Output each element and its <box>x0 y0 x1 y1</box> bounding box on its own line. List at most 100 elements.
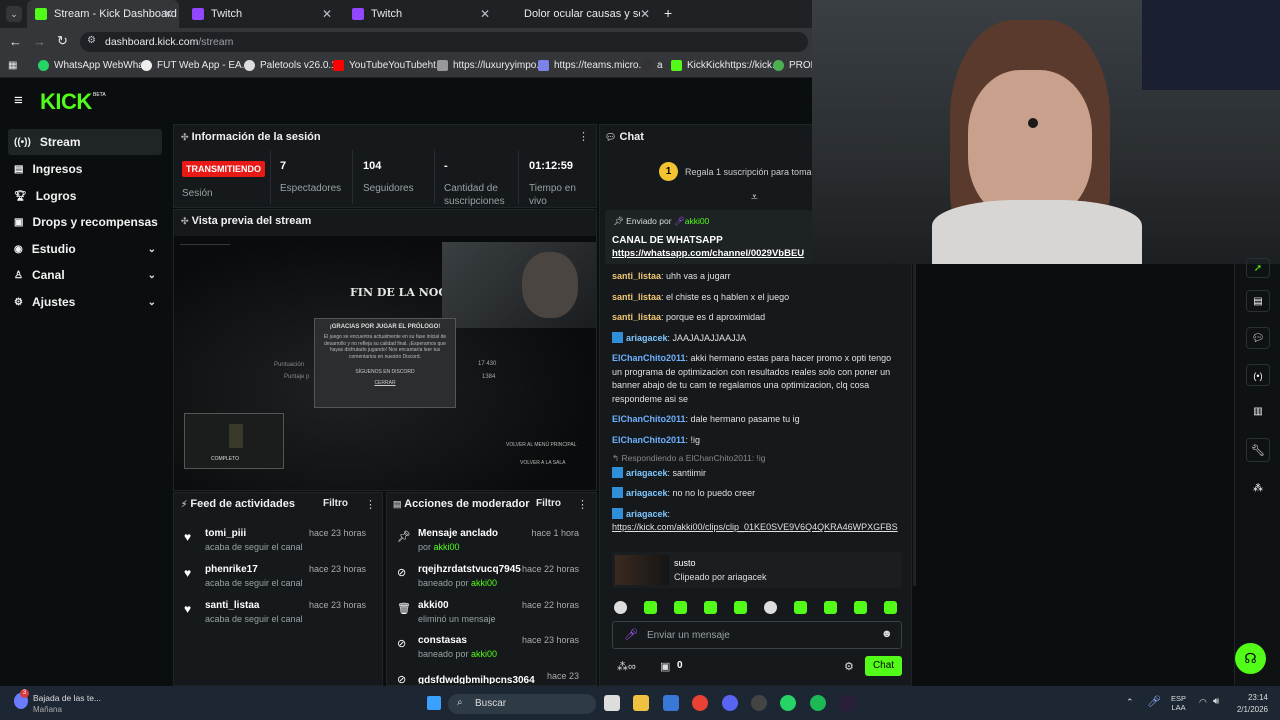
pinned-link[interactable]: https://whatsapp.com/channel/0029VbBEU <box>612 248 812 259</box>
nav-canal[interactable]: ♙ Canal ⌄ <box>8 262 162 288</box>
tool-stack-icon[interactable]: ▥ <box>1246 401 1270 423</box>
mod-filter-button[interactable]: Filtro <box>536 498 561 509</box>
nav-ajustes[interactable]: ⚙ Ajustes ⌄ <box>8 289 162 315</box>
clock-time[interactable]: 23:14 <box>1236 693 1268 702</box>
weather-sub: Mañana <box>33 705 62 714</box>
clip-link[interactable]: https://kick.com/akki00/clips/clip_01KE0… <box>612 521 902 535</box>
pin-icon: 📌︎ <box>613 216 624 226</box>
spotify-icon[interactable] <box>810 695 826 711</box>
tool-nodes-icon[interactable]: ⁂ <box>1246 478 1270 500</box>
more-options-icon[interactable]: ⋮ <box>578 130 589 143</box>
task-view-icon[interactable] <box>604 695 620 711</box>
tray-chevron-icon[interactable]: ⌃ <box>1126 697 1134 708</box>
clip-card[interactable]: susto Clipeado por ariagacek <box>612 552 902 588</box>
back-arrow-icon[interactable]: ← <box>9 34 22 49</box>
mic-tray-icon[interactable]: 🎤︎ <box>1147 695 1161 708</box>
tool-chat-icon[interactable]: 💬︎ <box>1246 327 1270 349</box>
nav-estudio[interactable]: ◉ Estudio ⌄ <box>8 236 162 262</box>
weather-title[interactable]: Bajada de las te... <box>33 693 101 703</box>
chrome-icon[interactable] <box>692 695 708 711</box>
hud-bar <box>180 244 230 258</box>
kick-logo[interactable]: KICK <box>40 89 92 115</box>
site-info-icon[interactable]: ⚙ <box>87 35 96 46</box>
studio-icon: ◉ <box>14 243 23 255</box>
chat-message: ElChanChito2011: !ig <box>612 434 701 445</box>
tool-broadcast-icon[interactable]: (•) <box>1246 364 1270 386</box>
chat-scrollbar[interactable] <box>913 264 916 586</box>
file-explorer-icon[interactable] <box>633 695 649 711</box>
tool-wrench-icon[interactable]: 🔧︎ <box>1246 438 1270 462</box>
discord-icon[interactable] <box>722 695 738 711</box>
close-tab-icon[interactable]: ✕ <box>640 7 650 21</box>
tab-search-button[interactable]: ⌄ <box>6 6 22 22</box>
bookmark-a[interactable]: a <box>641 60 663 71</box>
tab-twitch-1[interactable]: Twitch ✕ <box>184 0 338 28</box>
tool-arrow-icon[interactable]: ➚ <box>1246 258 1270 278</box>
sub-gift-icon: 1 <box>659 162 678 181</box>
volume-icon[interactable]: 🔊︎ <box>1213 696 1219 707</box>
bookmark-youtube[interactable]: YouTubeYouTubeht... <box>333 60 444 71</box>
emote-icon[interactable] <box>764 601 777 614</box>
new-tab-icon[interactable]: + <box>664 5 672 21</box>
close-tab-icon[interactable]: ✕ <box>322 7 332 21</box>
emote-icon[interactable] <box>644 601 657 614</box>
notification-badge: 3 <box>20 689 29 698</box>
close-tab-icon[interactable]: ✕ <box>163 7 173 21</box>
bookmark-whatsapp[interactable]: WhatsApp WebWha... <box>38 60 152 71</box>
ban-icon: ⊘ <box>397 674 407 684</box>
nav-logros[interactable]: 🏆︎ Logros <box>8 183 162 209</box>
tab-dolor-ocular[interactable]: Dolor ocular causas y solucione ✕ <box>516 0 656 28</box>
clock-date[interactable]: 2/1/2026 <box>1232 705 1268 714</box>
feed-filter-button[interactable]: Filtro <box>323 498 348 509</box>
emote-icon[interactable] <box>884 601 897 614</box>
chat-input[interactable]: 🎤︎ Enviar un mensaje ☻ <box>612 621 902 649</box>
emote-icon[interactable] <box>614 601 627 614</box>
forward-arrow-icon[interactable]: → <box>33 34 46 49</box>
emote-icon[interactable] <box>794 601 807 614</box>
whatsapp-icon[interactable] <box>780 695 796 711</box>
emote-icon[interactable] <box>704 601 717 614</box>
person-face <box>968 70 1092 220</box>
taskbar-search[interactable]: ⌕ Buscar <box>448 694 596 714</box>
wifi-icon[interactable]: ◠ <box>1199 697 1207 708</box>
nav-drops[interactable]: ▣ Drops y recompensas <box>8 209 162 235</box>
tool-document-icon[interactable]: ▤ <box>1246 290 1270 312</box>
tab-twitch-2[interactable]: Twitch ✕ <box>344 0 496 28</box>
app-icon[interactable] <box>751 695 767 711</box>
mod-more-icon[interactable]: ⋮ <box>577 498 588 511</box>
bookmark-paletools[interactable]: Paletools v26.0.10 <box>244 60 342 71</box>
emote-icon[interactable] <box>824 601 837 614</box>
nav-ingresos[interactable]: ▤ Ingresos <box>8 156 162 182</box>
feed-more-icon[interactable]: ⋮ <box>365 498 376 511</box>
emote-icon[interactable] <box>854 601 867 614</box>
address-bar[interactable]: ⚙ dashboard.kick.com/stream <box>80 32 808 52</box>
nav-stream[interactable]: ((•)) Stream <box>8 129 162 155</box>
close-tab-icon[interactable]: ✕ <box>480 7 490 21</box>
emote-icon[interactable] <box>734 601 747 614</box>
game-app-icon[interactable] <box>839 695 855 711</box>
bookmark-kick[interactable]: KickKickhttps://kick... <box>671 60 780 71</box>
mod-item: ⊘ constasas baneado por akki00 hace 23 ho… <box>397 635 579 659</box>
gift-box-icon[interactable]: ▣ <box>660 660 670 673</box>
language-indicator[interactable]: ESP LAA <box>1171 694 1186 712</box>
collapse-icon[interactable]: ⩡ <box>751 190 758 205</box>
mod-item: 🗑︎ akki00 eliminó un mensaje hace 22 hora… <box>397 600 579 624</box>
windows-start-icon[interactable] <box>427 696 441 710</box>
tab-kick-dashboard[interactable]: Stream - Kick Dashboard ✕ <box>27 0 179 28</box>
score-1: 17 430 <box>478 361 497 367</box>
send-chat-button[interactable]: Chat <box>865 656 902 676</box>
stream-video[interactable]: FIN DE LA NOCHE Puntuación Puntaje p 17 … <box>174 236 596 490</box>
channel-points-icon[interactable]: ⁂∞ <box>617 660 636 673</box>
emoji-picker-icon[interactable]: ☻ <box>881 628 893 640</box>
bookmark-teams[interactable]: https://teams.micro... <box>538 60 647 71</box>
bookmark-luxury[interactable]: https://luxuryyimpo... <box>437 60 545 71</box>
chat-settings-icon[interactable]: ⚙ <box>844 660 854 673</box>
feed-item: ♥ santi_listaa acaba de seguir el canal h… <box>184 600 366 624</box>
emote-icon[interactable] <box>674 601 687 614</box>
apps-grid-icon[interactable]: ▦ <box>8 60 17 71</box>
reload-icon[interactable]: ↻ <box>57 33 68 49</box>
store-icon[interactable] <box>663 695 679 711</box>
hamburger-menu-icon[interactable]: ≡ <box>14 93 28 108</box>
bookmark-fut[interactable]: FUT Web App - EA... <box>141 60 250 71</box>
support-headset-icon[interactable]: ☊ <box>1235 643 1266 674</box>
